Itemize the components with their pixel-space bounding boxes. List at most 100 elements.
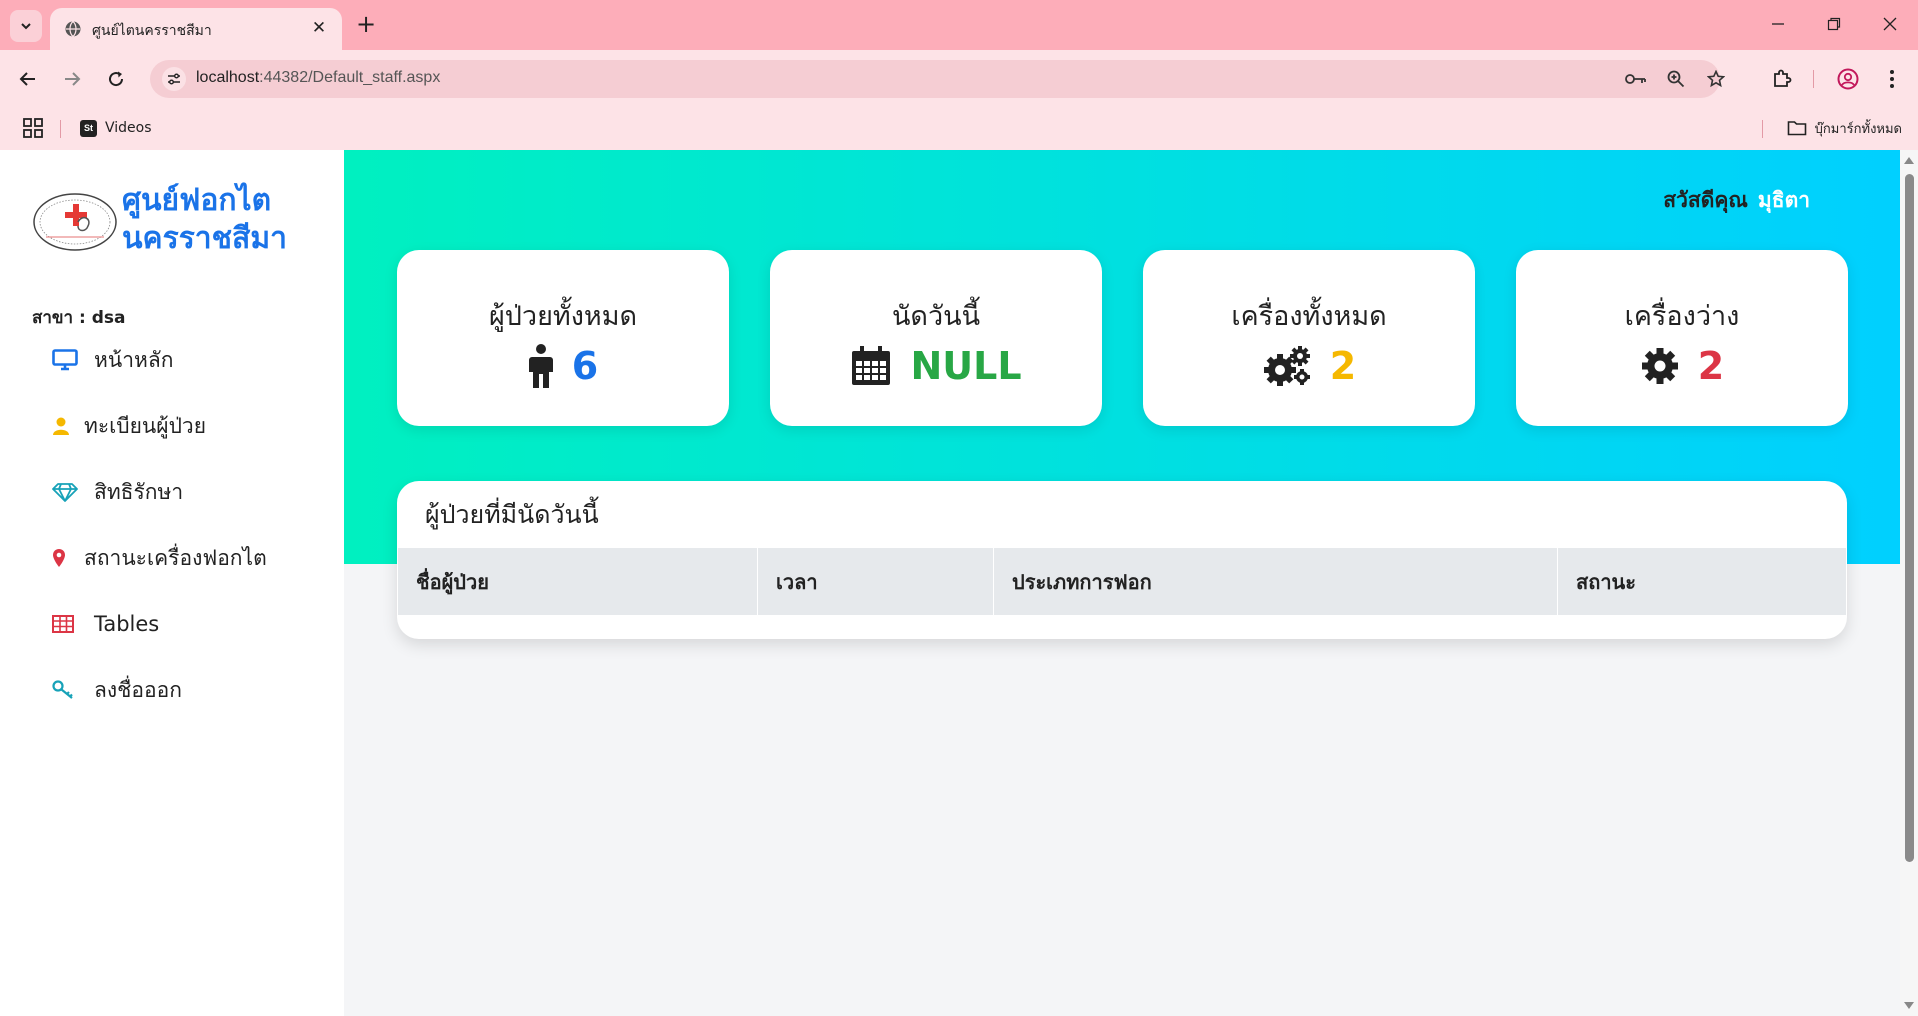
browser-toolbar: localhost:44382/Default_staff.aspx xyxy=(0,50,1918,108)
apps-grid-icon[interactable] xyxy=(22,117,44,139)
minimize-icon xyxy=(1772,23,1784,25)
clinic-logo xyxy=(33,193,117,251)
key-icon xyxy=(52,680,82,700)
scroll-up-icon[interactable] xyxy=(1904,156,1914,164)
bookmarks-bar: St Videos บุ๊กมาร์กทั้งหมด xyxy=(0,108,1918,150)
card-value: 6 xyxy=(571,344,599,388)
close-window-button[interactable] xyxy=(1870,8,1910,40)
stat-card-total-patients: ผู้ป่วยทั้งหมด 6 xyxy=(397,250,729,426)
sidebar-item-label: ลงชื่อออก xyxy=(94,677,182,702)
bookmarks-divider xyxy=(60,120,61,138)
sidebar-item-logout[interactable]: ลงชื่อออก xyxy=(52,675,182,705)
bookmarks-divider-right xyxy=(1762,120,1763,138)
scrollbar-thumb[interactable] xyxy=(1905,174,1914,862)
profile-icon xyxy=(1837,68,1859,90)
male-icon xyxy=(528,344,553,388)
stat-card-available-machines: เครื่องว่าง 2 xyxy=(1516,250,1848,426)
address-bar[interactable]: localhost:44382/Default_staff.aspx xyxy=(150,60,1725,98)
globe-icon xyxy=(65,21,81,37)
forward-button[interactable] xyxy=(56,63,88,95)
kebab-menu-icon xyxy=(1890,70,1894,88)
bookmark-star-icon[interactable] xyxy=(1704,67,1728,91)
active-tab[interactable]: ศูนย์ไตนครราชสีมา ✕ xyxy=(50,8,342,50)
sidebar-item-tables[interactable]: Tables xyxy=(52,609,159,639)
new-tab-button[interactable]: + xyxy=(352,10,380,38)
arrow-right-icon xyxy=(65,72,81,86)
extensions-button[interactable] xyxy=(1766,63,1798,95)
username: มุธิตา xyxy=(1757,188,1810,212)
column-header-time[interactable]: เวลา xyxy=(757,547,994,616)
map-marker-icon xyxy=(52,548,72,568)
desktop-icon xyxy=(52,349,82,371)
appointments-table: ชื่อผู้ป่วย เวลา ประเภทการฟอก สถานะ xyxy=(397,547,1847,616)
browser-tab-strip: ศูนย์ไตนครราชสีมา ✕ + xyxy=(0,0,1918,50)
card-label: เครื่องทั้งหมด xyxy=(1231,301,1387,332)
profile-button[interactable] xyxy=(1832,63,1864,95)
sidebar-item-label: Tables xyxy=(94,612,160,636)
card-label: เครื่องว่าง xyxy=(1624,301,1740,332)
puzzle-icon xyxy=(1774,69,1792,87)
page-content: ศูนย์ฟอกไต นครราชสีมา สาขา : dsa หน้าหลั… xyxy=(0,150,1900,1016)
calendar-icon xyxy=(852,346,891,385)
reload-icon xyxy=(109,71,124,87)
zoom-icon[interactable] xyxy=(1664,67,1688,91)
sidebar-item-label: สิทธิรักษา xyxy=(94,479,184,504)
chevron-down-icon xyxy=(21,23,31,30)
brand-line-1: ศูนย์ฟอกไต xyxy=(122,183,272,218)
sidebar-item-label: สถานะเครื่องฟอกไต xyxy=(84,545,267,570)
stat-card-appointments-today: นัดวันนี้ NULL xyxy=(770,250,1102,426)
back-button[interactable] xyxy=(12,63,44,95)
sidebar-item-patient-registry[interactable]: ทะเบียนผู้ป่วย xyxy=(52,411,206,441)
toolbar-divider xyxy=(1813,70,1814,88)
brand-line-2: นครราชสีมา xyxy=(122,221,287,256)
bookmark-label: Videos xyxy=(105,120,152,136)
brand-title: ศูนย์ฟอกไต นครราชสีมา xyxy=(122,182,287,258)
panel-title: ผู้ป่วยที่มีนัดวันนี้ xyxy=(425,500,599,529)
close-tab-icon[interactable]: ✕ xyxy=(308,17,330,39)
bookmark-favicon-icon: St xyxy=(80,119,97,137)
card-label: ผู้ป่วยทั้งหมด xyxy=(488,301,638,332)
password-key-icon[interactable] xyxy=(1624,67,1648,91)
page-scrollbar[interactable] xyxy=(1900,150,1918,1016)
sidebar-item-label: หน้าหลัก xyxy=(94,347,174,372)
stat-card-total-machines: เครื่องทั้งหมด 2 xyxy=(1143,250,1475,426)
minimize-button[interactable] xyxy=(1758,8,1798,40)
restore-button[interactable] xyxy=(1814,8,1854,40)
user-icon xyxy=(52,416,72,436)
greeting: สวัสดีคุณ มุธิตา xyxy=(1663,184,1810,217)
reload-button[interactable] xyxy=(100,63,132,95)
all-bookmarks-label: บุ๊กมาร์กทั้งหมด xyxy=(1814,121,1902,137)
tab-search-button[interactable] xyxy=(10,10,42,42)
column-header-dialysis-type[interactable]: ประเภทการฟอก xyxy=(993,547,1558,616)
greeting-text: สวัสดีคุณ xyxy=(1663,188,1748,212)
url-text: localhost:44382/Default_staff.aspx xyxy=(196,69,440,87)
sidebar-item-home[interactable]: หน้าหลัก xyxy=(52,345,173,375)
restore-icon xyxy=(1827,17,1841,31)
site-info-icon[interactable] xyxy=(162,67,186,91)
url-host: localhost xyxy=(196,69,260,86)
tab-title: ศูนย์ไตนครราชสีมา xyxy=(92,23,212,39)
folder-icon xyxy=(1787,121,1806,136)
all-bookmarks-button[interactable]: บุ๊กมาร์กทั้งหมด xyxy=(1787,116,1902,140)
table-header-row: ชื่อผู้ป่วย เวลา ประเภทการฟอก สถานะ xyxy=(397,547,1847,616)
sidebar: ศูนย์ฟอกไต นครราชสีมา สาขา : dsa หน้าหลั… xyxy=(0,150,344,1016)
card-value: 2 xyxy=(1329,344,1357,388)
sidebar-item-label: ทะเบียนผู้ป่วย xyxy=(84,413,207,438)
card-value: 2 xyxy=(1697,344,1725,388)
menu-button[interactable] xyxy=(1876,63,1908,95)
table-icon xyxy=(52,615,82,633)
column-header-patient-name[interactable]: ชื่อผู้ป่วย xyxy=(397,547,758,616)
card-value: NULL xyxy=(910,344,1022,388)
appointments-panel: ผู้ป่วยที่มีนัดวันนี้ ชื่อผู้ป่วย เวลา ป… xyxy=(397,481,1847,639)
cog-icon xyxy=(1641,348,1678,384)
bookmark-videos[interactable]: St Videos xyxy=(80,116,152,140)
column-header-status[interactable]: สถานะ xyxy=(1557,547,1847,616)
sidebar-item-machine-status[interactable]: สถานะเครื่องฟอกไต xyxy=(52,543,267,573)
sidebar-item-treatment-rights[interactable]: สิทธิรักษา xyxy=(52,477,183,507)
diamond-icon xyxy=(52,482,82,502)
url-path: :44382/Default_staff.aspx xyxy=(259,69,441,86)
scroll-down-icon[interactable] xyxy=(1904,1002,1914,1010)
branch-label: สาขา : dsa xyxy=(32,308,126,328)
arrow-left-icon xyxy=(19,72,35,86)
cogs-icon xyxy=(1263,346,1310,386)
